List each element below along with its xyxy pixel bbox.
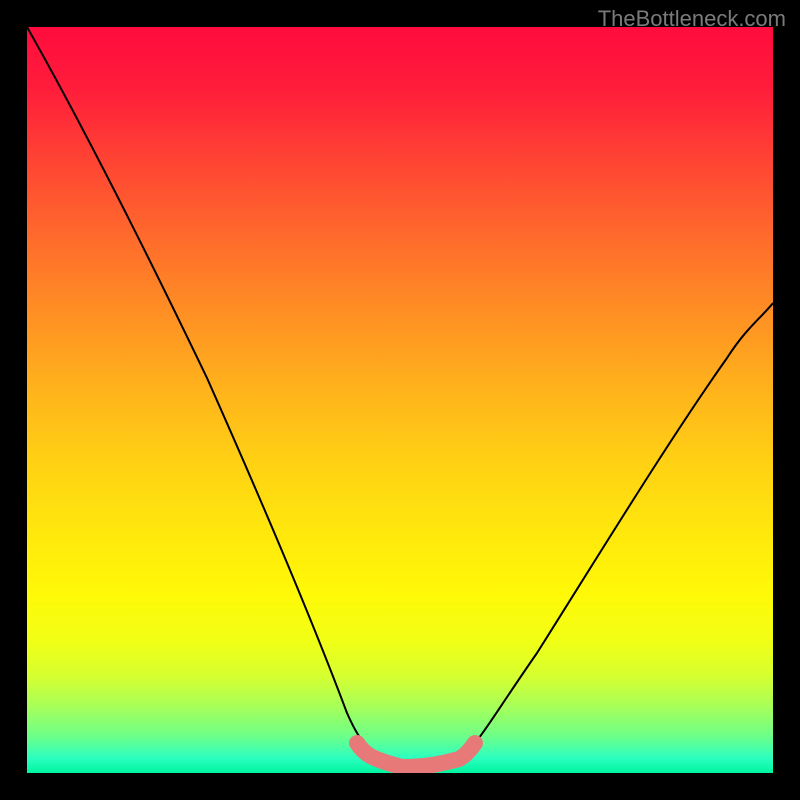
highlight-ripple [405, 767, 421, 771]
plot-area [27, 27, 773, 773]
curve-svg [27, 27, 773, 773]
watermark-text: TheBottleneck.com [598, 6, 786, 32]
bottleneck-curve-path [27, 27, 773, 769]
chart-container: TheBottleneck.com [0, 0, 800, 800]
highlight-band-path [357, 743, 475, 767]
